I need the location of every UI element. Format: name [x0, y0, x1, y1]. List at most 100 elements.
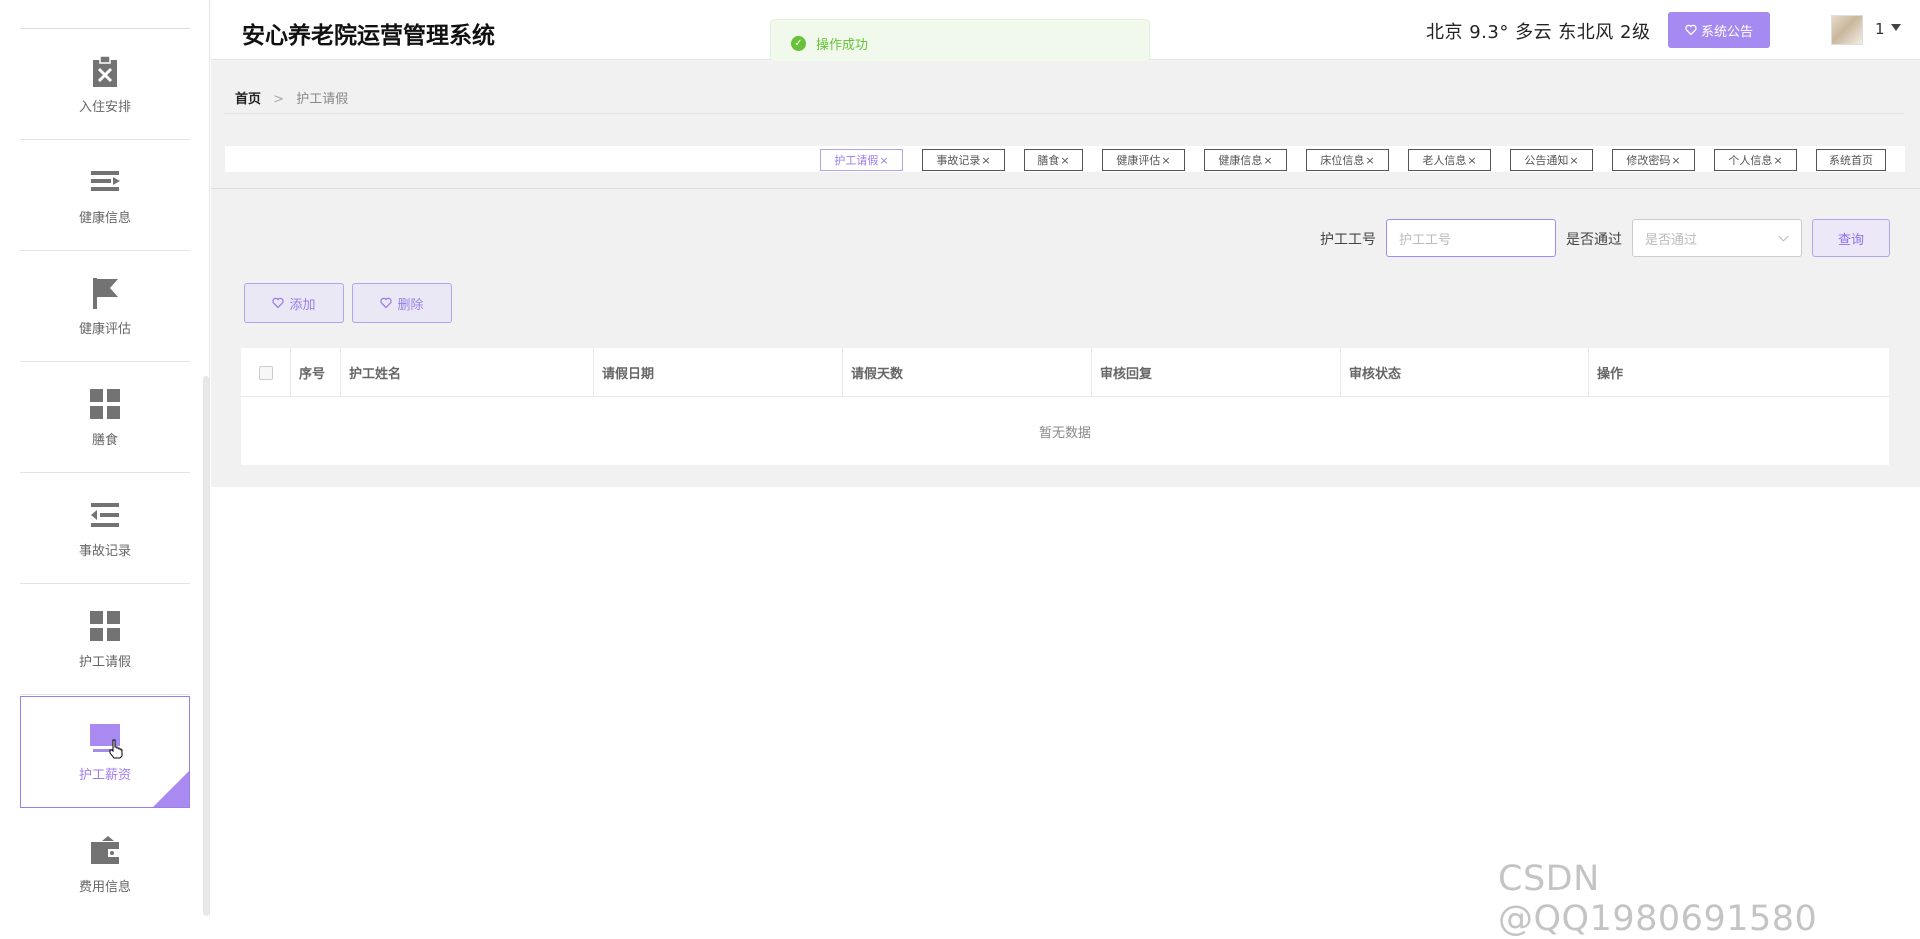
sidebar-item-caregiver-salary[interactable]: 护工薪资 — [20, 696, 190, 808]
sidebar-item-label: 护工请假 — [78, 654, 131, 670]
column-header[interactable]: 审核状态 — [1341, 348, 1589, 397]
tag-label: 修改密码 — [1626, 154, 1671, 167]
worker-id-label: 护工工号 — [1320, 232, 1376, 248]
breadcrumb-separator: > — [273, 92, 285, 107]
sidebar-item-label: 费用信息 — [78, 880, 131, 895]
column-header[interactable]: 请假日期 — [594, 348, 843, 397]
close-icon[interactable]: × — [1467, 154, 1476, 167]
indent-list-icon — [91, 502, 119, 527]
close-icon[interactable]: × — [981, 154, 990, 167]
sidebar-item-health-assessment[interactable]: 健康评估 — [20, 251, 190, 362]
tags-divider — [211, 188, 1920, 189]
watermark: CSDN @QQ1980691580 — [1498, 859, 1818, 939]
toast-message: 操作成功 — [816, 37, 869, 53]
breadcrumb-current: 护工请假 — [296, 92, 349, 107]
delete-button[interactable]: 删除 — [352, 283, 452, 323]
close-icon[interactable]: × — [1365, 154, 1374, 167]
tag-caregiver-leave[interactable]: 护工请假 × — [820, 149, 903, 171]
tag-label: 膳食 — [1037, 154, 1060, 167]
tag-label: 老人信息 — [1422, 154, 1467, 167]
tag-label: 床位信息 — [1320, 154, 1365, 167]
sidebar: 入住安排 健康信息 健康评估 膳食 事故记录 护工请假 护工薪资 费用信息 — [0, 0, 210, 916]
tag-incidents[interactable]: 事故记录 × — [922, 149, 1005, 171]
tag-label: 系统首页 — [1829, 154, 1873, 167]
tag-home[interactable]: 系统首页 — [1816, 149, 1886, 171]
add-button-label: 添加 — [289, 297, 316, 313]
grid-icon — [90, 388, 120, 419]
approved-select[interactable]: 是否通过 — [1632, 219, 1802, 257]
success-toast: ✓ 操作成功 — [770, 19, 1150, 67]
sidebar-item-incidents[interactable]: 事故记录 — [20, 473, 190, 584]
tag-meals[interactable]: 膳食 × — [1024, 149, 1083, 171]
sidebar-item-label: 健康信息 — [78, 210, 131, 226]
breadcrumb: 首页 > 护工请假 — [235, 88, 348, 107]
sidebar-item-label: 健康评估 — [78, 321, 131, 337]
sidebar-item-label: 事故记录 — [78, 543, 131, 559]
wallet-icon — [91, 836, 119, 864]
delete-button-label: 删除 — [397, 297, 424, 313]
hand-cursor-icon — [109, 739, 123, 759]
data-table: 序号 护工姓名 请假日期 请假天数 审核回复 审核状态 操作 暂无数据 — [241, 348, 1889, 465]
tag-label: 个人信息 — [1728, 154, 1773, 167]
add-button[interactable]: 添加 — [244, 283, 344, 323]
tags-view-bar: 护工请假 × 事故记录 × 膳食 × 健康评估 × 健康信息 × 床位信息 × 老人信息 × … — [225, 146, 1905, 172]
sidebar-item-label: 膳食 — [91, 432, 118, 448]
flag-icon — [93, 277, 118, 309]
user-avatar[interactable] — [1831, 15, 1863, 45]
active-corner-marker — [153, 771, 189, 807]
sidebar-item-health-info[interactable]: 健康信息 — [20, 140, 190, 251]
sidebar-item-meals[interactable]: 膳食 — [20, 362, 190, 473]
sidebar-item-checkin[interactable]: 入住安排 — [20, 29, 190, 140]
check-circle-icon: ✓ — [791, 35, 806, 51]
sidebar-item-label: 入住安排 — [78, 99, 131, 115]
tag-label: 护工请假 — [834, 154, 879, 167]
tag-elder-info[interactable]: 老人信息 × — [1408, 149, 1491, 171]
close-icon[interactable]: × — [1060, 154, 1069, 167]
chevron-down-icon[interactable] — [1891, 24, 1901, 31]
table-header: 序号 护工姓名 请假日期 请假天数 审核回复 审核状态 操作 — [241, 348, 1889, 397]
column-header[interactable]: 请假天数 — [843, 348, 1092, 397]
select-all-checkbox[interactable] — [258, 365, 273, 380]
close-icon[interactable]: × — [1263, 154, 1272, 167]
close-icon[interactable]: × — [1773, 154, 1782, 167]
user-name[interactable]: 1 — [1875, 20, 1885, 38]
table-empty-text: 暂无数据 — [1038, 425, 1091, 441]
grid-icon — [90, 610, 120, 641]
tag-label: 公告通知 — [1524, 154, 1569, 167]
clipboard-x-icon — [93, 54, 117, 87]
sidebar-item-label: 护工薪资 — [78, 767, 131, 783]
breadcrumb-home[interactable]: 首页 — [235, 92, 261, 107]
query-button[interactable]: 查询 — [1812, 219, 1890, 257]
tag-health-info[interactable]: 健康信息 × — [1204, 149, 1287, 171]
heart-icon — [1685, 24, 1697, 36]
main-content: 首页 > 护工请假 护工请假 × 事故记录 × 膳食 × 健康评估 × 健康信息 × 床位… — [211, 61, 1920, 487]
column-header[interactable]: 审核回复 — [1092, 348, 1341, 397]
worker-id-placeholder: 护工工号 — [1399, 232, 1452, 248]
tag-label: 事故记录 — [936, 154, 981, 167]
close-icon[interactable]: × — [879, 154, 888, 167]
tag-label: 健康信息 — [1218, 154, 1263, 167]
column-header[interactable]: 序号 — [291, 348, 341, 397]
chevron-down-icon — [1778, 231, 1789, 242]
tag-change-password[interactable]: 修改密码 × — [1612, 149, 1695, 171]
close-icon[interactable]: × — [1569, 154, 1578, 167]
tag-label: 健康评估 — [1116, 154, 1161, 167]
approved-placeholder: 是否通过 — [1645, 232, 1698, 248]
tag-announcements[interactable]: 公告通知 × — [1510, 149, 1593, 171]
worker-id-input[interactable]: 护工工号 — [1386, 219, 1556, 257]
tag-health-assessment[interactable]: 健康评估 × — [1102, 149, 1185, 171]
tag-bed-info[interactable]: 床位信息 × — [1306, 149, 1389, 171]
column-header[interactable]: 护工姓名 — [341, 348, 594, 397]
tag-profile[interactable]: 个人信息 × — [1714, 149, 1797, 171]
list-arrow-icon — [91, 170, 120, 191]
heart-icon — [380, 297, 393, 309]
system-notice-button[interactable]: 系统公告 — [1668, 12, 1770, 48]
close-icon[interactable]: × — [1671, 154, 1680, 167]
approved-label: 是否通过 — [1566, 232, 1622, 248]
system-notice-label: 系统公告 — [1700, 24, 1753, 40]
sidebar-item-fees[interactable]: 费用信息 — [20, 809, 190, 916]
sidebar-scrollbar[interactable] — [203, 376, 209, 916]
breadcrumb-divider — [224, 113, 1904, 114]
sidebar-item-caregiver-leave[interactable]: 护工请假 — [20, 584, 190, 695]
close-icon[interactable]: × — [1161, 154, 1170, 167]
